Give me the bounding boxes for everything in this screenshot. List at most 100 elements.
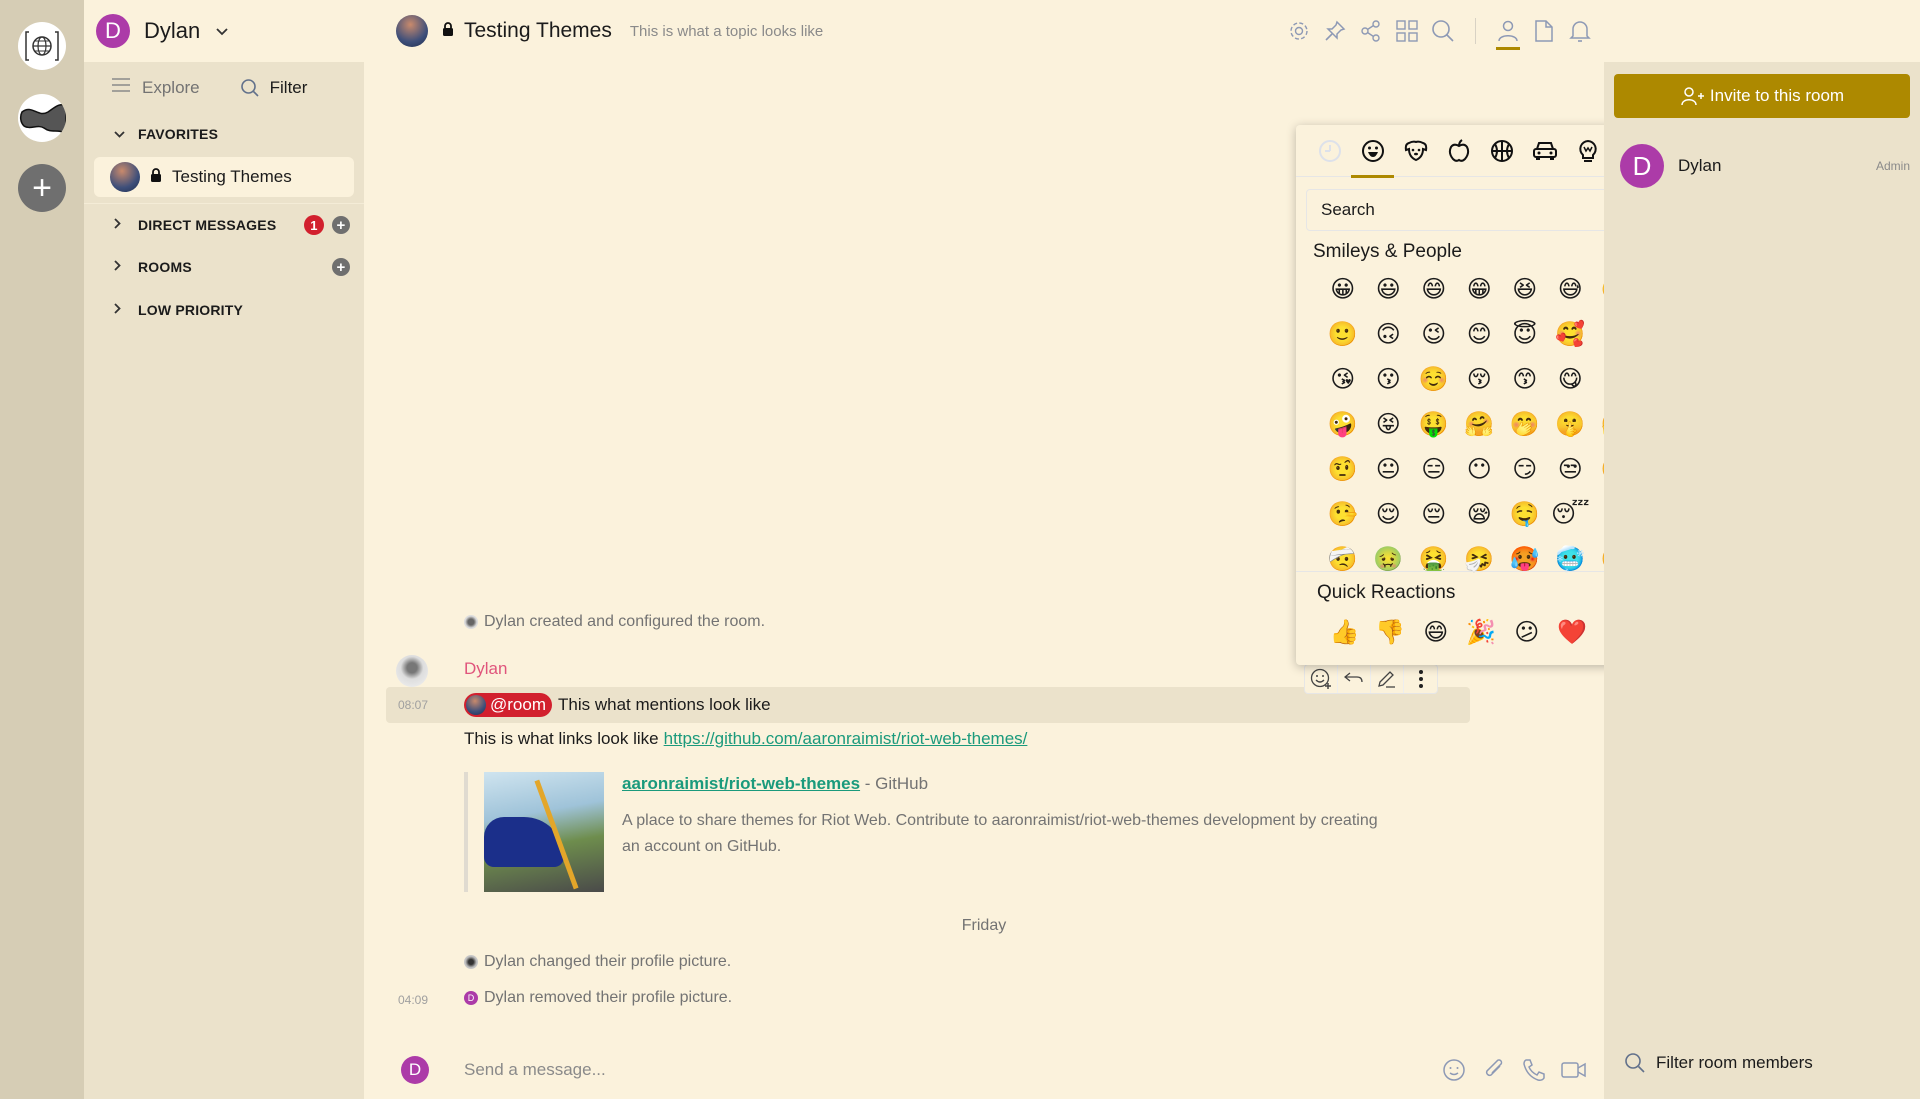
reply-button[interactable] <box>1338 665 1371 693</box>
apps-button[interactable] <box>1389 0 1425 62</box>
emoji-button[interactable]: 😕 <box>1504 610 1550 655</box>
emoji-button[interactable]: ❤️ <box>1550 610 1596 655</box>
members-button[interactable] <box>1490 0 1526 62</box>
voice-call-button[interactable] <box>1520 1055 1548 1085</box>
tab-objects[interactable] <box>1566 125 1609 177</box>
add-space-button[interactable]: + <box>18 164 66 212</box>
emoji-button[interactable]: 😐 <box>1366 447 1412 492</box>
filter-rooms-button[interactable]: Filter <box>240 78 307 98</box>
emoji-button[interactable]: 🤤 <box>1502 492 1548 537</box>
emoji-button[interactable]: 🤗 <box>1457 402 1503 447</box>
pin-button[interactable] <box>1317 0 1353 62</box>
emoji-button[interactable]: 🤨 <box>1320 447 1366 492</box>
emoji-button[interactable]: 👍 <box>1322 610 1368 655</box>
message-link[interactable]: https://github.com/aaronraimist/riot-web… <box>664 729 1028 749</box>
emoji-button[interactable]: 🤪 <box>1320 402 1366 447</box>
apple-icon <box>1448 139 1469 162</box>
emoji-button[interactable]: 😏 <box>1502 447 1548 492</box>
emoji-button[interactable]: 😁 <box>1457 267 1503 312</box>
emoji-button[interactable]: 😴 <box>1548 492 1594 537</box>
emoji-button[interactable]: 😊 <box>1457 312 1503 357</box>
workspace-matrix[interactable] <box>18 22 66 70</box>
emoji-button[interactable] <box>1440 1055 1468 1085</box>
tab-recent[interactable] <box>1308 125 1351 177</box>
emoji-button[interactable]: 😪 <box>1457 492 1503 537</box>
emoji-button[interactable]: 😇 <box>1502 312 1548 357</box>
link-preview: aaronraimist/riot-web-themes - GitHub A … <box>464 772 1382 892</box>
filter-members-input[interactable] <box>1656 1053 1896 1073</box>
sender-avatar[interactable] <box>396 655 428 687</box>
preview-image[interactable] <box>484 772 604 892</box>
start-chat-button[interactable]: + <box>332 216 350 234</box>
emoji-button[interactable]: 🥰 <box>1548 312 1594 357</box>
emoji-button[interactable]: 😆 <box>1502 267 1548 312</box>
emoji-button[interactable]: 😉 <box>1411 312 1457 357</box>
emoji-button[interactable]: 🤭 <box>1502 402 1548 447</box>
member-list-item[interactable]: D Dylan Admin <box>1620 144 1910 188</box>
files-button[interactable] <box>1526 0 1562 62</box>
section-direct-messages[interactable]: DIRECT MESSAGES 1 + <box>114 215 350 235</box>
emoji-button[interactable]: 😀 <box>1320 267 1366 312</box>
composer-actions <box>1440 1055 1588 1085</box>
tab-activities[interactable] <box>1480 125 1523 177</box>
emoji-button[interactable]: 😃 <box>1366 267 1412 312</box>
sender-name[interactable]: Dylan <box>464 659 507 679</box>
emoji-button[interactable]: 😋 <box>1548 357 1594 402</box>
emoji-button[interactable]: 😔 <box>1411 492 1457 537</box>
section-low-priority[interactable]: LOW PRIORITY <box>114 302 350 318</box>
emoji-button[interactable]: 🎉 <box>1459 610 1505 655</box>
emoji-button[interactable]: 🤑 <box>1411 402 1457 447</box>
attach-button[interactable] <box>1480 1055 1508 1085</box>
explore-button[interactable]: Explore <box>142 78 200 98</box>
globe-icon <box>25 31 59 61</box>
emoji-button[interactable]: 😌 <box>1366 492 1412 537</box>
react-button[interactable] <box>1305 665 1338 693</box>
section-rooms[interactable]: ROOMS + <box>114 258 350 276</box>
message-body-mention: @room This what mentions look like <box>464 693 771 717</box>
emoji-button[interactable]: 😚 <box>1457 357 1503 402</box>
room-mention-pill[interactable]: @room <box>464 693 552 717</box>
workspace-community[interactable] <box>18 94 66 142</box>
emoji-button[interactable]: 😘 <box>1320 357 1366 402</box>
settings-button[interactable] <box>1281 0 1317 62</box>
emoji-button[interactable]: 😙 <box>1502 357 1548 402</box>
emoji-button[interactable]: ☺️ <box>1411 357 1457 402</box>
emoji-button[interactable]: 🤥 <box>1320 492 1366 537</box>
tab-smileys[interactable] <box>1351 125 1394 178</box>
emoji-button[interactable]: 😒 <box>1548 447 1594 492</box>
emoji-button[interactable]: 🤫 <box>1548 402 1594 447</box>
add-room-button[interactable]: + <box>332 258 350 276</box>
emoji-button[interactable]: 🙂 <box>1320 312 1366 357</box>
search-room-button[interactable] <box>1425 0 1461 62</box>
preview-title-link[interactable]: aaronraimist/riot-web-themes <box>622 774 860 793</box>
tab-travel[interactable] <box>1523 125 1566 177</box>
video-call-button[interactable] <box>1560 1055 1588 1085</box>
share-button[interactable] <box>1353 0 1389 62</box>
emoji-button[interactable]: 😑 <box>1411 447 1457 492</box>
lightbulb-icon <box>1578 139 1597 162</box>
add-user-icon <box>1681 87 1704 106</box>
event-timestamp[interactable]: 04:09 <box>398 993 428 1007</box>
emoji-button[interactable]: 👎 <box>1368 610 1414 655</box>
message-input[interactable] <box>464 1052 1344 1088</box>
emoji-button[interactable]: 😶 <box>1457 447 1503 492</box>
room-tile-testing-themes[interactable]: Testing Themes <box>94 157 354 197</box>
invite-button[interactable]: Invite to this room <box>1614 74 1910 118</box>
section-favorites[interactable]: FAVORITES <box>114 126 350 142</box>
paperclip-icon <box>1485 1059 1503 1077</box>
emoji-button[interactable]: 😄 <box>1413 610 1459 655</box>
room-title[interactable]: Testing Themes <box>464 19 612 43</box>
room-avatar[interactable] <box>396 15 428 47</box>
edit-button[interactable] <box>1371 665 1404 693</box>
user-menu[interactable]: D Dylan <box>84 0 364 62</box>
notifications-button[interactable] <box>1562 0 1598 62</box>
options-button[interactable] <box>1404 665 1437 693</box>
emoji-button[interactable]: 😗 <box>1366 357 1412 402</box>
emoji-button[interactable]: 🙃 <box>1366 312 1412 357</box>
tab-animals[interactable] <box>1394 125 1437 177</box>
emoji-button[interactable]: 😄 <box>1411 267 1457 312</box>
emoji-button[interactable]: 😅 <box>1548 267 1594 312</box>
tab-food[interactable] <box>1437 125 1480 177</box>
message-timestamp[interactable]: 08:07 <box>398 698 428 712</box>
emoji-button[interactable]: 😝 <box>1366 402 1412 447</box>
